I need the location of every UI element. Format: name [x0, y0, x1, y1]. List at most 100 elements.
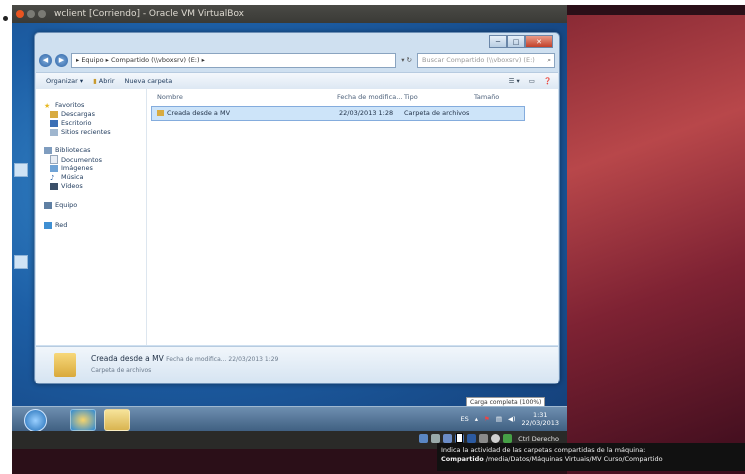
file-name: Creada desde a MV: [167, 109, 231, 117]
display-icon[interactable]: [479, 434, 489, 443]
clock-time: 1:31: [532, 411, 548, 419]
flag-icon[interactable]: ⚑: [484, 415, 490, 423]
search-icon: ⌕: [547, 55, 551, 64]
minimize-icon[interactable]: ─: [489, 35, 507, 48]
tooltip-line-1: Indica la actividad de las carpetas comp…: [441, 446, 646, 454]
nav-music-label: Música: [61, 173, 84, 181]
close-icon[interactable]: [16, 10, 24, 18]
star-icon: ★: [44, 101, 51, 110]
nav-libraries-label: Bibliotecas: [55, 146, 91, 154]
column-header-type[interactable]: Tipo: [404, 93, 418, 101]
nav-favorites-label: Favoritos: [55, 101, 85, 109]
nav-desktop-label: Escritorio: [61, 119, 92, 127]
videos-icon: [50, 182, 58, 190]
new-folder-button[interactable]: Nueva carpeta: [125, 77, 173, 85]
open-button[interactable]: ▮ Abrir: [93, 77, 114, 85]
keyboard-arrow-icon[interactable]: [503, 434, 513, 443]
window-title: wclient [Corriendo] - Oracle VM VirtualB…: [54, 9, 244, 19]
search-input[interactable]: Buscar Compartido (\\vboxsrv) (E:) ⌕: [417, 52, 555, 68]
tooltip-folder-name: Compartido: [441, 455, 484, 463]
open-icon: ▮: [93, 77, 97, 85]
details-meta: Fecha de modifica... 22/03/2013 1:29: [166, 356, 279, 363]
refresh-icon[interactable]: ▾ ↻: [401, 56, 412, 64]
nav-favorites[interactable]: ★ Favoritos: [44, 101, 85, 110]
file-list: Nombre Fecha de modifica... Tipo Tamaño …: [147, 89, 558, 345]
navigation-pane: ★ Favoritos Descargas Escritorio Sitios …: [36, 89, 147, 345]
shared-folders-icon[interactable]: [467, 434, 477, 443]
maximize-icon[interactable]: □: [507, 35, 525, 48]
details-pane: Creada desde a MV Fecha de modifica... 2…: [36, 346, 558, 383]
folder-icon: [54, 353, 76, 377]
optical-drive-icon[interactable]: [431, 434, 441, 443]
guest-screen[interactable]: ─ □ ✕ ◀ ▶ ▸ Equipo ▸ Compartido (\\vboxs…: [12, 23, 567, 431]
folder-icon: [50, 110, 58, 118]
virtualbox-window: wclient [Corriendo] - Oracle VM VirtualB…: [12, 5, 745, 474]
minimize-icon[interactable]: [27, 10, 35, 18]
tray-arrow-icon[interactable]: ▴: [475, 415, 478, 423]
usb-icon[interactable]: [443, 434, 453, 443]
desktop-shortcut-icon[interactable]: [14, 163, 28, 177]
nav-computer[interactable]: Equipo: [44, 201, 77, 209]
language-icon[interactable]: ES: [461, 415, 469, 423]
forward-arrow-icon[interactable]: ▶: [55, 53, 68, 67]
clock-date: 22/03/2013: [521, 419, 559, 427]
images-icon: [50, 164, 58, 172]
open-label: Abrir: [98, 77, 115, 85]
file-explorer-window: ─ □ ✕ ◀ ▶ ▸ Equipo ▸ Compartido (\\vboxs…: [34, 32, 560, 384]
nav-videos-label: Vídeos: [61, 182, 83, 190]
view-options-icon[interactable]: ☰ ▾: [509, 77, 520, 85]
details-name: Creada desde a MV Fecha de modifica... 2…: [91, 354, 278, 363]
nav-libraries[interactable]: Bibliotecas: [44, 146, 90, 154]
details-name-text: Creada desde a MV: [91, 354, 164, 363]
help-icon[interactable]: ❓: [544, 77, 552, 85]
column-header-size[interactable]: Tamaño: [474, 93, 499, 101]
clock[interactable]: 1:31 22/03/2013: [522, 411, 559, 427]
column-header-modified[interactable]: Fecha de modifica...: [337, 93, 402, 101]
file-type: Carpeta de archivos: [404, 109, 470, 117]
mouse-integration-icon[interactable]: [491, 434, 501, 443]
nav-network-label: Red: [55, 221, 68, 229]
nav-music[interactable]: ♪ Música: [50, 173, 84, 182]
nav-videos[interactable]: Vídeos: [50, 182, 83, 190]
volume-icon[interactable]: ◀): [508, 415, 516, 423]
folder-icon: [157, 110, 164, 116]
network-tray-icon[interactable]: ▤: [496, 415, 502, 423]
explorer-taskbar-icon[interactable]: [104, 409, 130, 431]
column-header-name[interactable]: Nombre: [157, 93, 183, 101]
nav-recent[interactable]: Sitios recientes: [50, 128, 111, 136]
ie-icon[interactable]: [70, 409, 96, 431]
start-button-icon[interactable]: [24, 409, 47, 431]
desktop-icon: [50, 119, 58, 127]
nav-documents[interactable]: Documentos: [50, 155, 102, 164]
nav-network[interactable]: Red: [44, 221, 67, 229]
table-row[interactable]: Creada desde a MV 22/03/2013 1:28 Carpet…: [151, 106, 525, 121]
file-modified: 22/03/2013 1:28: [339, 109, 394, 117]
guest-taskbar: ES ▴ ⚑ ▤ ◀) 1:31 22/03/2013: [12, 406, 567, 431]
system-tray: ES ▴ ⚑ ▤ ◀) 1:31 22/03/2013: [461, 411, 560, 427]
library-icon: [44, 146, 52, 154]
address-bar[interactable]: ▸ Equipo ▸ Compartido (\\vboxsrv) (E:) ▸: [71, 52, 397, 68]
nav-images[interactable]: Imágenes: [50, 164, 93, 172]
list-bullet: [3, 16, 8, 21]
command-bar: Organizar ▾ ▮ Abrir Nueva carpeta ☰ ▾ ▭ …: [36, 72, 558, 90]
nav-downloads-label: Descargas: [61, 110, 96, 118]
nav-recent-label: Sitios recientes: [61, 128, 111, 136]
shared-folders-tooltip: Indica la actividad de las carpetas comp…: [437, 443, 745, 471]
search-placeholder: Buscar Compartido (\\vboxsrv) (E:): [422, 56, 535, 64]
nav-desktop[interactable]: Escritorio: [50, 119, 92, 127]
hard-disk-icon[interactable]: [419, 434, 429, 443]
mouse-cursor-icon: [456, 433, 463, 443]
nav-downloads[interactable]: Descargas: [50, 110, 95, 118]
preview-pane-icon[interactable]: ▭: [529, 77, 535, 85]
tooltip-folder-path: /media/Datos/Máquinas Virtuais/MV Curso/…: [483, 455, 663, 463]
close-icon[interactable]: ✕: [525, 35, 553, 48]
vm-titlebar[interactable]: wclient [Corriendo] - Oracle VM VirtualB…: [12, 5, 567, 23]
back-arrow-icon[interactable]: ◀: [39, 53, 52, 67]
details-type: Carpeta de archivos: [91, 367, 152, 374]
organize-button[interactable]: Organizar ▾: [46, 77, 83, 85]
recent-places-icon: [50, 128, 58, 136]
host-desktop-background: [567, 15, 745, 474]
desktop-shortcut-icon[interactable]: [14, 255, 28, 269]
maximize-icon[interactable]: [38, 10, 46, 18]
host-key-label: Ctrl Derecho: [518, 434, 559, 443]
